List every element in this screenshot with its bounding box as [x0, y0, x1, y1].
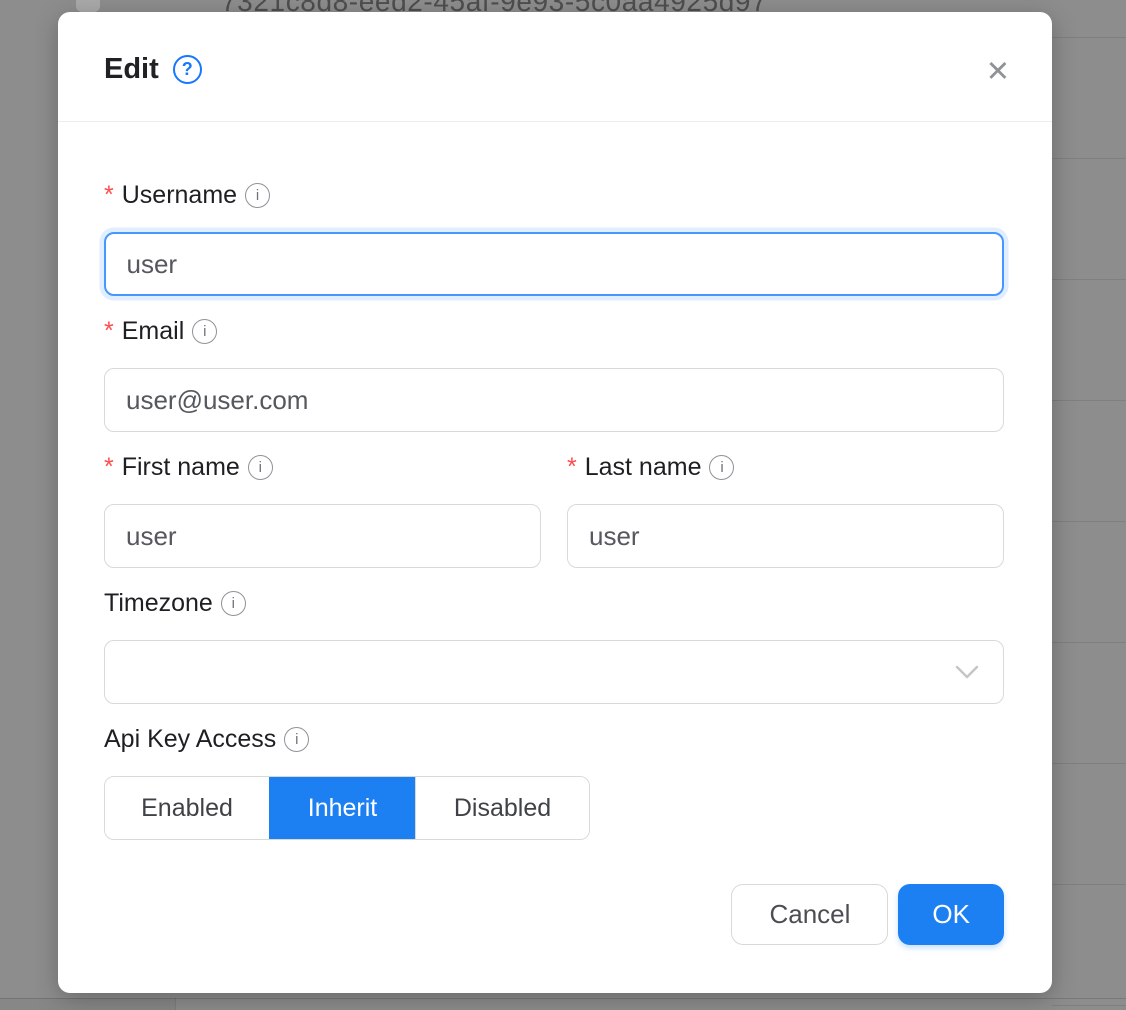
dialog-body: * Username i * Email i * First name i [58, 122, 1052, 945]
timezone-field-group: Timezone i [104, 590, 1004, 704]
last-name-input[interactable] [567, 504, 1004, 568]
background-row-divider [0, 998, 1126, 999]
info-icon[interactable]: i [709, 455, 734, 480]
timezone-label: Timezone i [104, 590, 1004, 616]
background-table-cell [0, 998, 175, 1010]
radio-option-disabled[interactable]: Disabled [415, 777, 589, 839]
required-marker: * [104, 454, 114, 480]
info-icon[interactable]: i [248, 455, 273, 480]
background-table-rows [1052, 37, 1126, 1010]
username-label-text: Username [122, 182, 237, 208]
info-icon[interactable]: i [284, 727, 309, 752]
email-label-text: Email [122, 318, 185, 344]
info-icon[interactable]: i [245, 183, 270, 208]
username-input[interactable] [104, 232, 1004, 296]
dialog-footer: Cancel OK [104, 884, 1004, 945]
api-key-access-radio-group: Enabled Inherit Disabled [104, 776, 590, 840]
timezone-select[interactable] [104, 640, 1004, 704]
api-key-access-label-text: Api Key Access [104, 726, 276, 752]
ok-button[interactable]: OK [898, 884, 1004, 945]
radio-option-inherit[interactable]: Inherit [269, 777, 415, 839]
last-name-label-text: Last name [585, 454, 702, 480]
email-label: * Email i [104, 318, 1004, 344]
info-icon[interactable]: i [221, 591, 246, 616]
first-name-field-group: * First name i [104, 454, 541, 568]
dialog-title-text: Edit [104, 54, 159, 84]
email-input[interactable] [104, 368, 1004, 432]
help-icon[interactable]: ? [173, 55, 202, 84]
timezone-label-text: Timezone [104, 590, 213, 616]
dialog-title: Edit ? [104, 54, 202, 84]
username-field-group: * Username i [104, 182, 1004, 296]
required-marker: * [567, 454, 577, 480]
last-name-field-group: * Last name i [567, 454, 1004, 568]
last-name-label: * Last name i [567, 454, 1004, 480]
radio-option-enabled[interactable]: Enabled [105, 777, 269, 839]
background-column-divider [175, 998, 176, 1010]
dialog-header: Edit ? ✕ [58, 12, 1052, 122]
required-marker: * [104, 318, 114, 344]
first-name-input[interactable] [104, 504, 541, 568]
background-scrollbar-thumb [76, 0, 100, 12]
api-key-access-field-group: Api Key Access i Enabled Inherit Disable… [104, 726, 1004, 840]
username-label: * Username i [104, 182, 1004, 208]
edit-user-dialog: Edit ? ✕ * Username i * Email i [58, 12, 1052, 993]
api-key-access-label: Api Key Access i [104, 726, 1004, 752]
close-icon[interactable]: ✕ [986, 58, 1010, 86]
first-name-label: * First name i [104, 454, 541, 480]
required-marker: * [104, 182, 114, 208]
email-field-group: * Email i [104, 318, 1004, 432]
first-name-label-text: First name [122, 454, 240, 480]
chevron-down-icon [955, 665, 979, 679]
cancel-button[interactable]: Cancel [731, 884, 888, 945]
info-icon[interactable]: i [192, 319, 217, 344]
name-fields-row: * First name i * Last name i [104, 454, 1004, 590]
